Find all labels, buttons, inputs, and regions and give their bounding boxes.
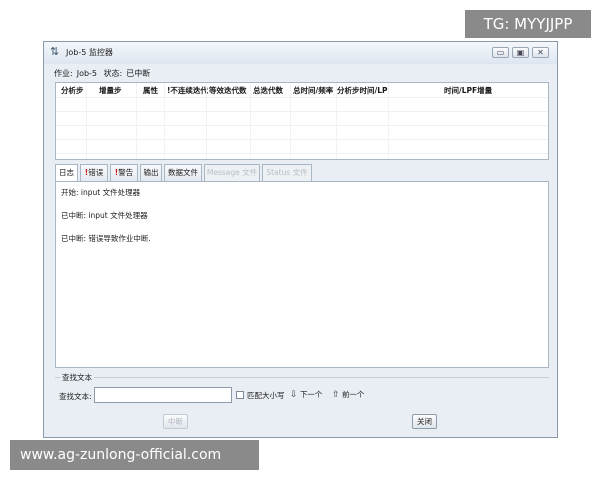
column-header: 增量步: [99, 86, 122, 95]
column-divider: [136, 83, 137, 159]
column-header: 分析步: [61, 86, 84, 95]
maximize-button[interactable]: ▣: [512, 47, 529, 58]
column-header: 时间/LPF增量: [444, 86, 493, 95]
column-header: 总迭代数: [253, 86, 283, 95]
job-label: 作业:: [54, 69, 73, 78]
status-value: 已中断: [126, 69, 151, 78]
tab-output[interactable]: 输出: [140, 164, 162, 181]
abort-button: 中断: [163, 414, 188, 429]
title-bar[interactable]: ⇅ Job-5 监控器 ▭ ▣ ✕: [44, 42, 557, 64]
log-entry: 已中断: 错误导致作业中断.: [61, 234, 151, 243]
match-case-checkbox[interactable]: [236, 391, 244, 399]
find-text-input[interactable]: [94, 387, 232, 403]
column-header: !不连续迭代: [167, 86, 208, 95]
tab-data-file[interactable]: 数据文件: [164, 164, 202, 181]
find-next-button[interactable]: ⇩ 下一个: [290, 389, 322, 400]
find-next-label: 下一个: [299, 390, 323, 399]
tab-status-file: Status 文件: [262, 164, 312, 181]
progress-table[interactable]: 分析步 增量步 属性 !不连续迭代 等效迭代数 总迭代数 总时间/频率 分析步时…: [55, 82, 549, 160]
job-status-line: 作业: Job-5 状态: 已中断: [54, 68, 154, 79]
find-text-label: 查找文本:: [59, 392, 92, 401]
tab-warnings[interactable]: !警告: [110, 164, 138, 181]
find-text-group: 查找文本 查找文本: 匹配大小写 ⇩ 下一个 ⇧ 前一个: [55, 372, 549, 409]
job-name: Job-5: [76, 69, 98, 78]
column-divider: [336, 83, 337, 159]
tab-status-file-label: Status 文件: [266, 168, 308, 177]
watermark-bottom: www.ag-zunlong-official.com: [10, 440, 259, 470]
column-divider: [86, 83, 87, 159]
column-header: 属性: [143, 86, 158, 95]
row-divider: [56, 153, 548, 154]
log-panel[interactable]: 开始: input 文件处理器 已中断: input 文件处理器 已中断: 错误…: [55, 181, 549, 368]
tab-warnings-label: 警告: [118, 168, 134, 177]
column-header: 分析步时间/LP: [337, 86, 388, 95]
log-entry: 开始: input 文件处理器: [61, 188, 141, 197]
watermark-top: TG: MYYJJPP: [465, 10, 591, 38]
row-divider: [56, 111, 548, 112]
arrow-down-icon: ⇩: [290, 390, 298, 400]
tab-message-file-label: Message 文件: [206, 168, 258, 177]
column-divider: [250, 83, 251, 159]
log-entry: 已中断: input 文件处理器: [61, 211, 148, 220]
close-button[interactable]: 关闭: [412, 414, 437, 429]
tab-log[interactable]: 日志: [55, 164, 78, 182]
tab-message-file: Message 文件: [204, 164, 260, 181]
window-title: Job-5 监控器: [66, 48, 113, 57]
row-divider: [56, 125, 548, 126]
table-header: 分析步 增量步 属性 !不连续迭代 等效迭代数 总迭代数 总时间/频率 分析步时…: [56, 83, 548, 97]
find-prev-label: 前一个: [341, 390, 365, 399]
column-divider: [388, 83, 389, 159]
tab-data-file-label: 数据文件: [168, 168, 198, 177]
find-group-legend: 查找文本: [60, 372, 94, 383]
tab-log-label: 日志: [59, 168, 74, 177]
row-divider: [56, 97, 548, 98]
arrow-up-icon: ⇧: [332, 390, 340, 400]
tab-errors-label: 错误: [88, 168, 104, 177]
close-window-button[interactable]: ✕: [532, 47, 549, 58]
row-divider: [56, 139, 548, 140]
column-divider: [164, 83, 165, 159]
job-monitor-window: ⇅ Job-5 监控器 ▭ ▣ ✕ 作业: Job-5 状态: 已中断 分析步 增量…: [43, 41, 558, 438]
column-header: 总时间/频率: [293, 86, 334, 95]
match-case-label[interactable]: 匹配大小写: [247, 390, 285, 401]
tab-output-label: 输出: [143, 168, 159, 177]
status-label: 状态:: [103, 69, 123, 78]
app-icon: ⇅: [50, 45, 60, 58]
find-prev-button[interactable]: ⇧ 前一个: [332, 389, 364, 400]
column-divider: [290, 83, 291, 159]
column-header: 等效迭代数: [209, 86, 247, 95]
column-divider: [206, 83, 207, 159]
minimize-button[interactable]: ▭: [492, 47, 509, 58]
tab-errors[interactable]: !错误: [80, 164, 108, 181]
